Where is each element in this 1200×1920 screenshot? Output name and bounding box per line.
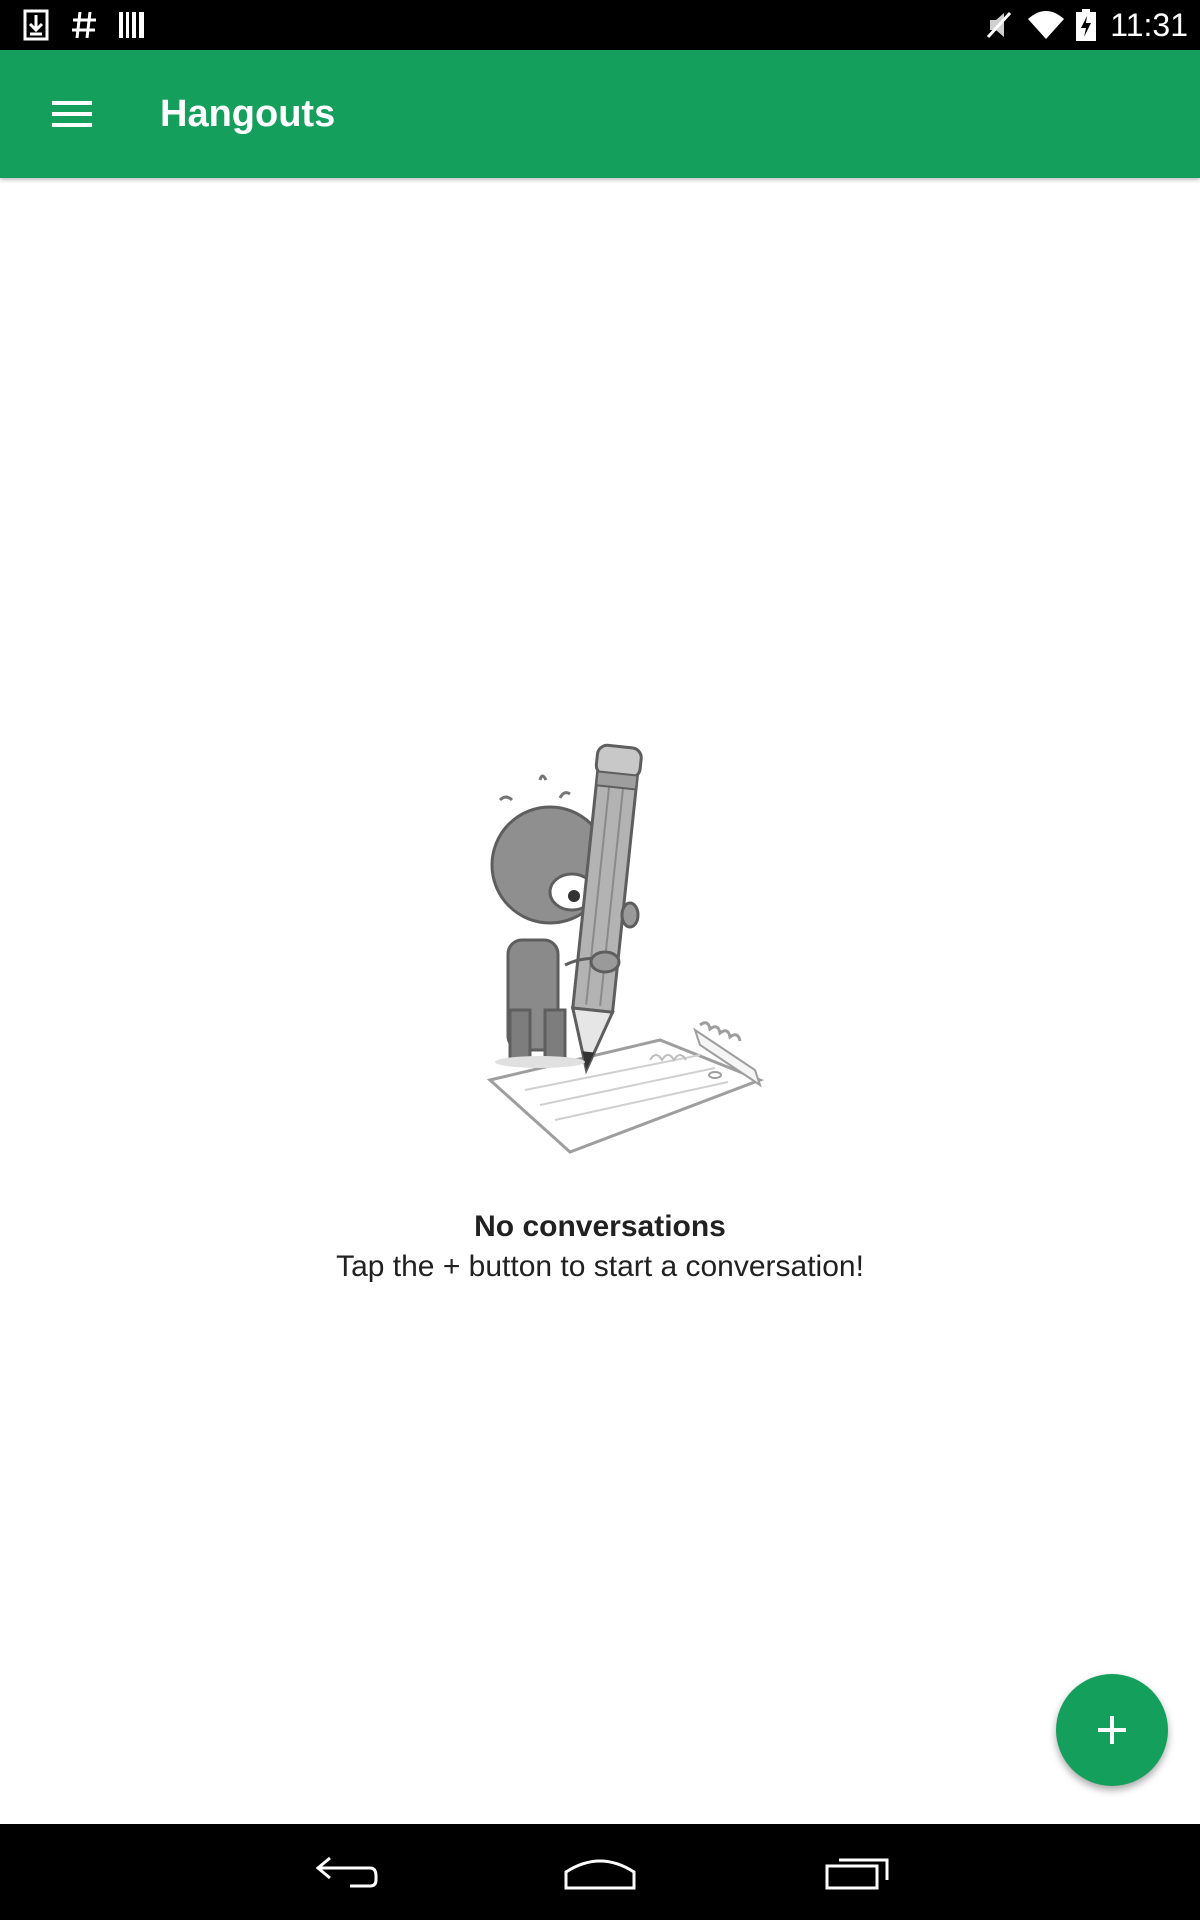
menu-button[interactable] bbox=[34, 80, 110, 148]
empty-state-subtitle: Tap the + button to start a conversation… bbox=[336, 1250, 864, 1283]
new-conversation-button[interactable] bbox=[1056, 1674, 1168, 1786]
status-time: 11:31 bbox=[1110, 7, 1188, 43]
status-bar: 11:31 bbox=[0, 0, 1200, 50]
empty-state-title: No conversations bbox=[474, 1210, 726, 1243]
barcode-icon bbox=[114, 0, 150, 50]
hash-icon bbox=[66, 0, 102, 50]
character-with-pencil-illustration bbox=[470, 740, 780, 1160]
download-icon bbox=[18, 0, 54, 50]
hangouts-screen: 11:31 Hangouts No conversations Tap the … bbox=[0, 0, 1200, 1920]
plus-icon bbox=[1098, 1716, 1126, 1744]
home-icon bbox=[564, 1859, 636, 1890]
app-bar: Hangouts bbox=[0, 50, 1200, 178]
wifi-icon bbox=[1024, 0, 1068, 50]
navigation-bar bbox=[0, 1824, 1200, 1920]
home-button[interactable] bbox=[530, 1824, 670, 1920]
battery-charging-icon bbox=[1072, 0, 1100, 50]
recents-button[interactable] bbox=[788, 1824, 928, 1920]
recents-icon bbox=[825, 1858, 889, 1890]
back-icon bbox=[315, 1856, 378, 1888]
mute-icon bbox=[980, 0, 1018, 50]
hamburger-menu-icon bbox=[52, 101, 92, 127]
back-button[interactable] bbox=[275, 1824, 415, 1920]
app-title: Hangouts bbox=[160, 93, 336, 135]
